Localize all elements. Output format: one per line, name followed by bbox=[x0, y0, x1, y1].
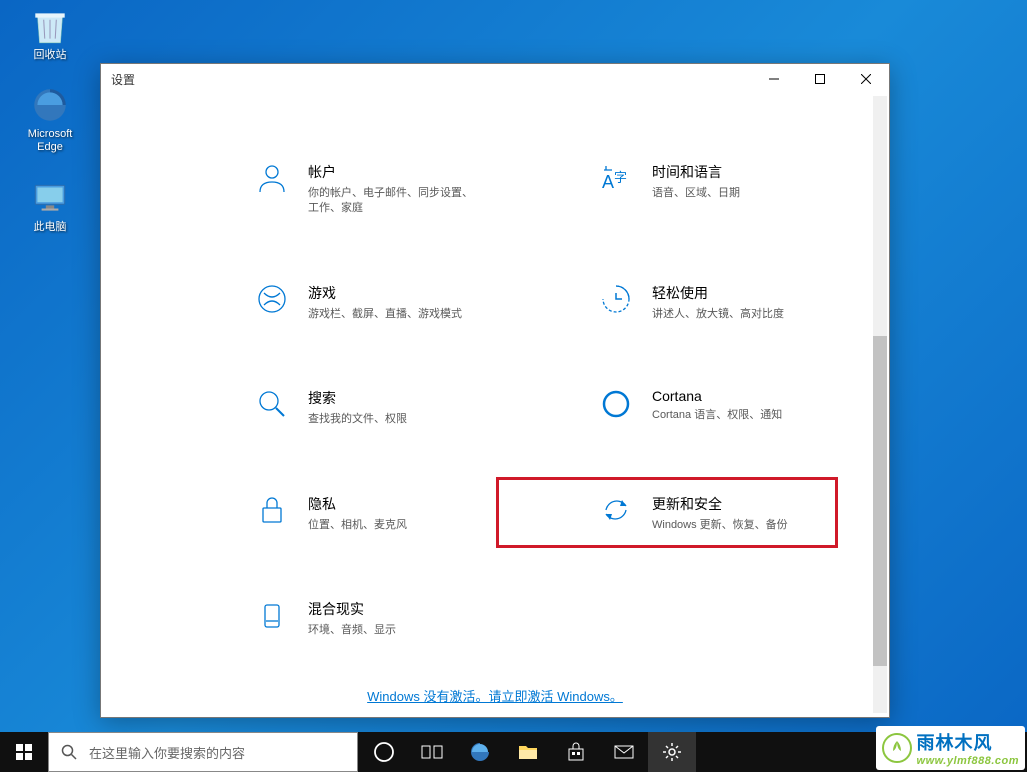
item-title: 更新和安全 bbox=[652, 494, 788, 514]
store-icon[interactable] bbox=[552, 732, 600, 772]
trash-icon bbox=[29, 5, 71, 47]
window-controls bbox=[751, 64, 889, 94]
item-title: 帐户 bbox=[308, 162, 477, 182]
settings-item-search[interactable]: 搜索 查找我的文件、权限 bbox=[161, 380, 485, 433]
cortana-icon bbox=[598, 386, 634, 422]
settings-item-mixed-reality[interactable]: 混合现实 环境、音频、显示 bbox=[161, 591, 485, 644]
settings-taskbar-icon[interactable] bbox=[648, 732, 696, 772]
item-desc: 语音、区域、日期 bbox=[652, 186, 740, 201]
settings-content: 帐户 你的帐户、电子邮件、同步设置、工作、家庭 A字 时间和语言 语音、区域、日… bbox=[101, 94, 889, 664]
watermark: 雨林木风 www.ylmf888.com bbox=[876, 726, 1025, 770]
search-icon bbox=[254, 386, 290, 422]
watermark-logo-icon bbox=[882, 733, 912, 763]
desktop-icons: 回收站 Microsoft Edge 此电脑 bbox=[15, 5, 85, 256]
sync-icon bbox=[598, 492, 634, 528]
item-desc: Cortana 语言、权限、通知 bbox=[652, 408, 782, 423]
titlebar: 设置 bbox=[101, 64, 889, 94]
settings-item-update-security[interactable]: 更新和安全 Windows 更新、恢复、备份 bbox=[505, 486, 829, 539]
taskbar: 在这里输入你要搜索的内容 bbox=[0, 732, 1027, 772]
settings-item-time-language[interactable]: A字 时间和语言 语音、区域、日期 bbox=[505, 154, 829, 223]
icon-label: 此电脑 bbox=[34, 221, 67, 234]
edge-icon[interactable]: Microsoft Edge bbox=[15, 84, 85, 154]
globe-clock-icon: A字 bbox=[598, 160, 634, 196]
taskbar-search[interactable]: 在这里输入你要搜索的内容 bbox=[48, 732, 358, 772]
settings-item-cortana[interactable]: Cortana Cortana 语言、权限、通知 bbox=[505, 380, 829, 433]
svg-text:字: 字 bbox=[614, 170, 627, 185]
svg-text:A: A bbox=[602, 172, 614, 192]
item-title: Cortana bbox=[652, 388, 782, 404]
person-icon bbox=[254, 160, 290, 196]
xbox-icon bbox=[254, 281, 290, 317]
browser-icon bbox=[29, 84, 71, 126]
recycle-bin-icon[interactable]: 回收站 bbox=[15, 5, 85, 62]
file-explorer-icon[interactable] bbox=[504, 732, 552, 772]
item-desc: Windows 更新、恢复、备份 bbox=[652, 518, 788, 533]
minimize-button[interactable] bbox=[751, 64, 797, 94]
start-button[interactable] bbox=[0, 732, 48, 772]
task-view-icon[interactable] bbox=[408, 732, 456, 772]
item-desc: 查找我的文件、权限 bbox=[308, 412, 407, 427]
icon-label: 回收站 bbox=[34, 49, 67, 62]
settings-window: 设置 帐户 你的帐户、电子邮件、同步设置、工作、家庭 bbox=[100, 63, 890, 718]
cortana-taskbar-icon[interactable] bbox=[360, 732, 408, 772]
mail-icon[interactable] bbox=[600, 732, 648, 772]
item-desc: 你的帐户、电子邮件、同步设置、工作、家庭 bbox=[308, 186, 477, 217]
item-title: 搜索 bbox=[308, 388, 407, 408]
watermark-title: 雨林木风 bbox=[917, 729, 1019, 755]
computer-icon bbox=[29, 177, 71, 219]
headset-icon bbox=[254, 597, 290, 633]
item-title: 混合现实 bbox=[308, 599, 396, 619]
item-desc: 位置、相机、麦克风 bbox=[308, 518, 407, 533]
settings-item-privacy[interactable]: 隐私 位置、相机、麦克风 bbox=[161, 486, 485, 539]
search-placeholder: 在这里输入你要搜索的内容 bbox=[89, 743, 245, 762]
close-button[interactable] bbox=[843, 64, 889, 94]
lock-icon bbox=[254, 492, 290, 528]
this-pc-icon[interactable]: 此电脑 bbox=[15, 177, 85, 234]
item-title: 时间和语言 bbox=[652, 162, 740, 182]
watermark-url: www.ylmf888.com bbox=[917, 755, 1019, 767]
activate-windows-link[interactable]: Windows 没有激活。请立即激活 Windows。 bbox=[367, 686, 623, 705]
item-title: 游戏 bbox=[308, 283, 462, 303]
settings-grid: 帐户 你的帐户、电子邮件、同步设置、工作、家庭 A字 时间和语言 语音、区域、日… bbox=[161, 154, 829, 644]
settings-item-ease-of-access[interactable]: 轻松使用 讲述人、放大镜、高对比度 bbox=[505, 275, 829, 328]
settings-item-gaming[interactable]: 游戏 游戏栏、截屏、直播、游戏模式 bbox=[161, 275, 485, 328]
item-desc: 环境、音频、显示 bbox=[308, 623, 396, 638]
window-title: 设置 bbox=[111, 71, 135, 88]
settings-item-accounts[interactable]: 帐户 你的帐户、电子邮件、同步设置、工作、家庭 bbox=[161, 154, 485, 223]
icon-label: Microsoft Edge bbox=[15, 128, 85, 154]
item-desc: 游戏栏、截屏、直播、游戏模式 bbox=[308, 307, 462, 322]
maximize-button[interactable] bbox=[797, 64, 843, 94]
item-title: 隐私 bbox=[308, 494, 407, 514]
accessibility-icon bbox=[598, 281, 634, 317]
taskbar-pinned bbox=[360, 732, 696, 772]
edge-taskbar-icon[interactable] bbox=[456, 732, 504, 772]
item-title: 轻松使用 bbox=[652, 283, 784, 303]
search-icon bbox=[61, 744, 77, 760]
item-desc: 讲述人、放大镜、高对比度 bbox=[652, 307, 784, 322]
